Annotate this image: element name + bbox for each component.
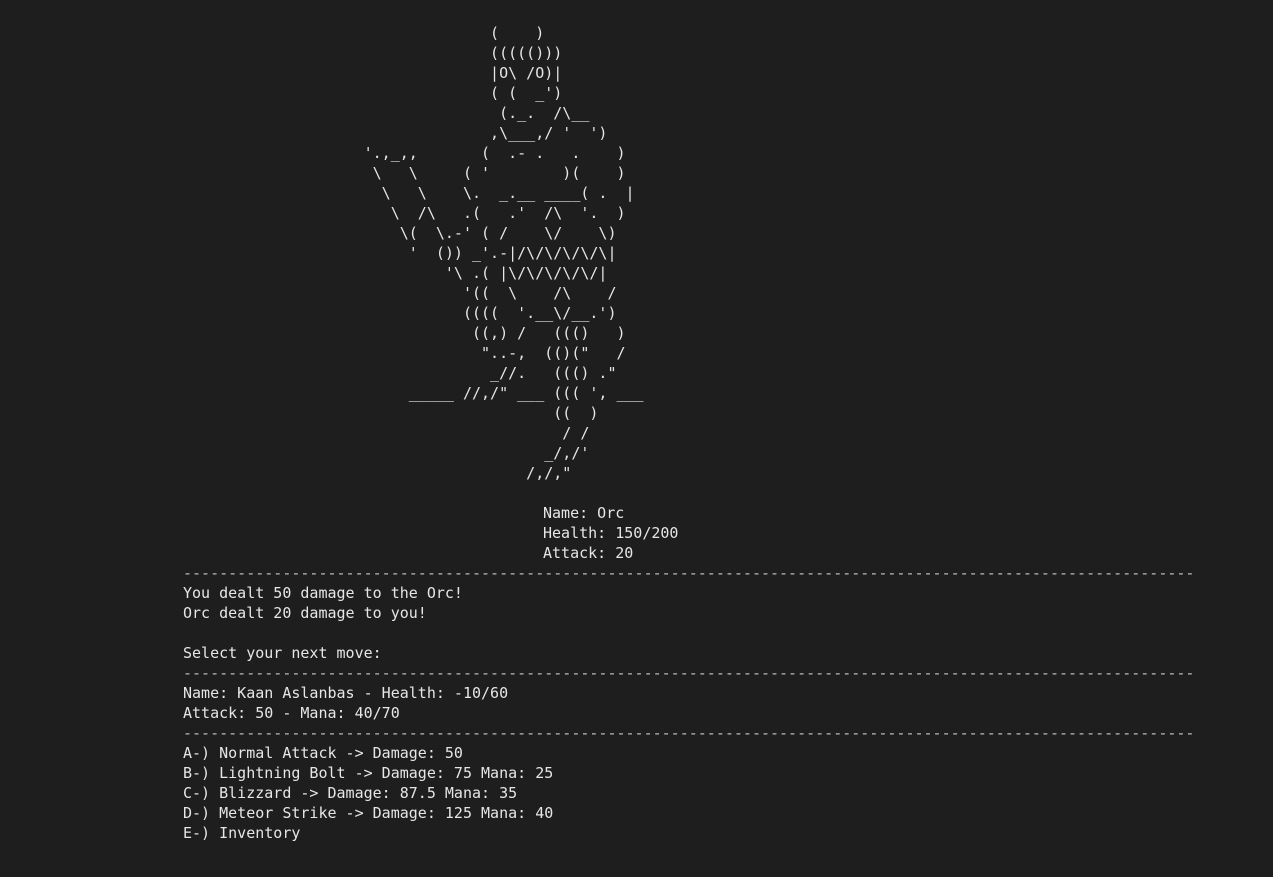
move-option-blizzard[interactable]: C-) Blizzard -> Damage: 87.5 Mana: 35 <box>183 783 1193 803</box>
orc-ascii-art: ( ) ((((())) |O\ /O)| ( ( _') (._. /\__ <box>363 24 644 482</box>
player-hit-message: You dealt 50 damage to the Orc! <box>183 584 463 602</box>
enemy-health: Health: 150/200 <box>543 524 679 542</box>
move-prompt: Select your next move: <box>183 644 382 662</box>
terminal-window: ( ) ((((())) |O\ /O)| ( ( _') (._. /\__ <box>0 0 1273 877</box>
player-status-line-1: Name: Kaan Aslanbas - Health: -10/60 <box>183 684 509 702</box>
move-option-lightning-bolt[interactable]: B-) Lightning Bolt -> Damage: 75 Mana: 2… <box>183 763 1193 783</box>
separator-line: ----------------------------------------… <box>183 664 1193 682</box>
move-option-normal-attack[interactable]: A-) Normal Attack -> Damage: 50 <box>183 743 1193 763</box>
enemy-name: Name: Orc <box>543 504 625 522</box>
player-status-line-2: Attack: 50 - Mana: 40/70 <box>183 704 400 722</box>
move-option-meteor-strike[interactable]: D-) Meteor Strike -> Damage: 125 Mana: 4… <box>183 803 1193 823</box>
separator-line: ----------------------------------------… <box>183 724 1193 742</box>
enemy-hit-message: Orc dealt 20 damage to you! <box>183 604 427 622</box>
enemy-attack: Attack: 20 <box>543 544 634 562</box>
enemy-stats: Name: Orc Health: 150/200 Attack: 20 <box>543 503 678 563</box>
separator-line: ----------------------------------------… <box>183 564 1193 582</box>
battle-log: ----------------------------------------… <box>183 563 1193 843</box>
move-option-inventory[interactable]: E-) Inventory <box>183 823 1193 843</box>
